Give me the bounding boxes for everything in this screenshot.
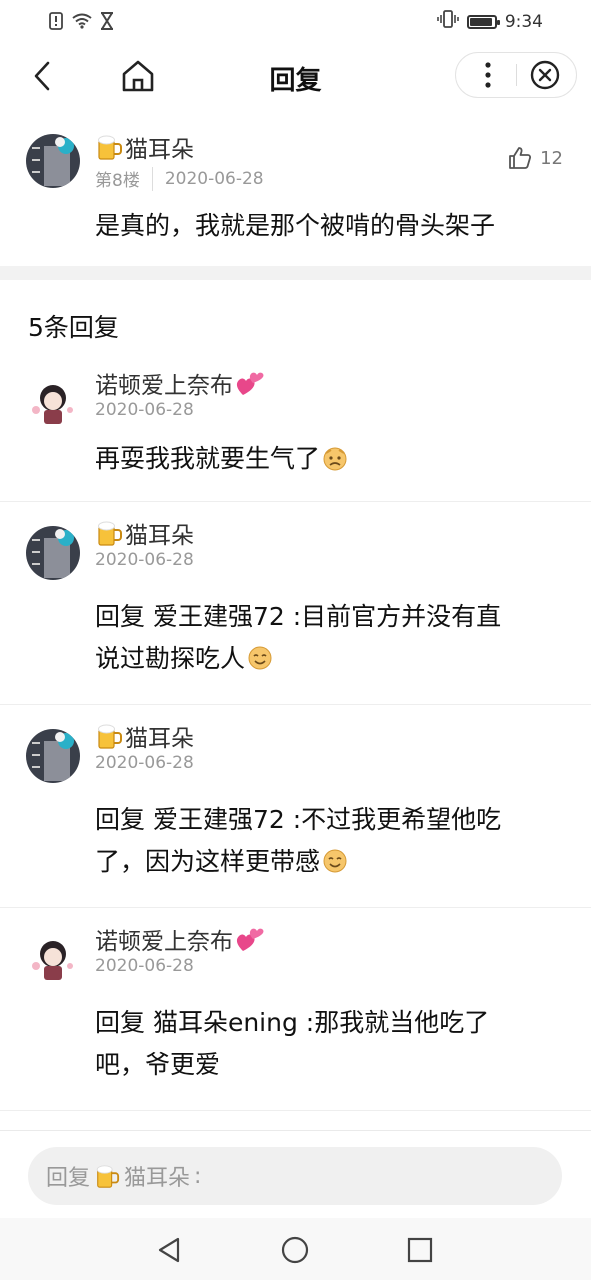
post-content: 是真的，我就是那个被啃的骨头架子 xyxy=(95,211,496,240)
input-suffix: : xyxy=(194,1163,202,1189)
reply-date: 2020-06-28 xyxy=(95,550,194,570)
status-bar: 9:34 xyxy=(0,0,591,44)
reply-username: 猫耳朵 xyxy=(95,719,194,753)
reply-text-line: 回复 爱王建强72 :不过我更希望他吃 xyxy=(95,805,502,834)
reply-input[interactable]: 回复 猫耳朵 : xyxy=(28,1147,562,1205)
reply-username: 诺顿爱上奈布 xyxy=(95,366,265,400)
close-button[interactable] xyxy=(528,58,562,92)
avatar[interactable] xyxy=(26,376,80,430)
reply-text: 再耍我我就要生气了 xyxy=(95,438,557,480)
alert-icon xyxy=(48,12,64,35)
reply-item: 猫耳朵 2020-06-28 回复 爱王建强72 :目前官方并没有直 说过勘探吃… xyxy=(0,502,591,705)
avatar[interactable] xyxy=(26,729,80,783)
triangle-back-icon xyxy=(158,1237,180,1263)
smile-emoji-icon xyxy=(248,646,272,670)
input-target: 猫耳朵 xyxy=(124,1166,191,1191)
beer-icon xyxy=(98,724,122,749)
cat-ear-avatar-icon xyxy=(26,526,80,580)
post-date: 2020-06-28 xyxy=(164,168,264,189)
wifi-icon xyxy=(72,13,92,34)
reply-text-line: 了，因为这样更带感 xyxy=(95,841,557,883)
reply-username: 诺顿爱上奈布 xyxy=(95,922,265,956)
reply-date: 2020-06-28 xyxy=(95,400,194,420)
like-button[interactable]: 12 xyxy=(508,146,563,170)
nav-recents-button[interactable] xyxy=(400,1230,440,1270)
reply-text-line: 回复 猫耳朵ening :那我就当他吃了 xyxy=(95,1008,490,1037)
nav-back-button[interactable] xyxy=(149,1230,189,1270)
replies-count-heading: 5条回复 xyxy=(28,313,119,342)
reply-username: 猫耳朵 xyxy=(95,516,194,550)
nav-home-button[interactable] xyxy=(275,1230,315,1270)
beer-icon xyxy=(96,1165,120,1188)
input-prefix: 回复 xyxy=(46,1166,91,1191)
two-hearts-icon xyxy=(236,372,264,395)
square-recents-icon xyxy=(407,1237,433,1263)
meta-divider xyxy=(151,166,153,191)
thumbs-up-icon xyxy=(509,147,532,169)
capsule-divider xyxy=(516,64,517,86)
main-post: 猫耳朵 第8楼 2020-06-28 12 是真的，我就是那个被啃的骨头架子 xyxy=(0,118,591,266)
post-username: 猫耳朵 xyxy=(95,130,194,164)
cat-ear-avatar-icon xyxy=(26,134,80,188)
post-meta: 第8楼 2020-06-28 xyxy=(95,166,264,191)
close-circle-icon xyxy=(530,60,560,90)
hourglass-icon xyxy=(100,12,114,35)
reply-item: 诺顿爱上奈布 2020-06-28 再耍我我就要生气了 xyxy=(0,352,591,502)
two-hearts-icon xyxy=(236,928,264,951)
reply-text: 回复 爱王建强72 :不过我更希望他吃 了，因为这样更带感 xyxy=(95,799,557,883)
anime-girl-avatar-icon xyxy=(26,932,80,986)
vibrate-icon xyxy=(437,10,459,33)
battery-icon xyxy=(466,14,500,29)
reply-text-line: 说过勘探吃人 xyxy=(95,638,557,680)
avatar[interactable] xyxy=(26,932,80,986)
circle-home-icon xyxy=(281,1236,309,1264)
cat-ear-avatar-icon xyxy=(26,729,80,783)
avatar[interactable] xyxy=(26,526,80,580)
more-button[interactable] xyxy=(472,59,504,91)
section-divider xyxy=(0,266,591,280)
beer-icon xyxy=(98,135,122,160)
reply-text: 回复 猫耳朵ening :那我就当他吃了 吧，爷更爱 xyxy=(95,1002,557,1086)
floor-label: 第8楼 xyxy=(95,171,140,191)
smile-emoji-icon xyxy=(323,849,347,873)
system-nav-bar xyxy=(0,1218,591,1280)
more-vertical-icon xyxy=(485,62,491,88)
mini-program-capsule xyxy=(455,52,577,98)
reply-input-bar: 回复 猫耳朵 : xyxy=(0,1130,591,1219)
anime-girl-avatar-icon xyxy=(26,376,80,430)
title-bar: 回复 xyxy=(0,50,591,102)
reply-item: 诺顿爱上奈布 2020-06-28 回复 猫耳朵ening :那我就当他吃了 吧… xyxy=(0,908,591,1111)
like-count: 12 xyxy=(540,147,563,169)
reply-text: 回复 爱王建强72 :目前官方并没有直 说过勘探吃人 xyxy=(95,596,557,680)
clock-time: 9:34 xyxy=(504,11,543,32)
reply-text-line: 吧，爷更爱 xyxy=(95,1050,221,1079)
reply-date: 2020-06-28 xyxy=(95,753,194,773)
reply-text-line: 回复 爱王建强72 :目前官方并没有直 xyxy=(95,602,502,631)
reply-item: 猫耳朵 2020-06-28 回复 爱王建强72 :不过我更希望他吃 了，因为这… xyxy=(0,705,591,908)
reply-date: 2020-06-28 xyxy=(95,956,194,976)
avatar[interactable] xyxy=(26,134,80,188)
sad-face-emoji-icon xyxy=(323,447,347,471)
beer-icon xyxy=(98,521,122,546)
